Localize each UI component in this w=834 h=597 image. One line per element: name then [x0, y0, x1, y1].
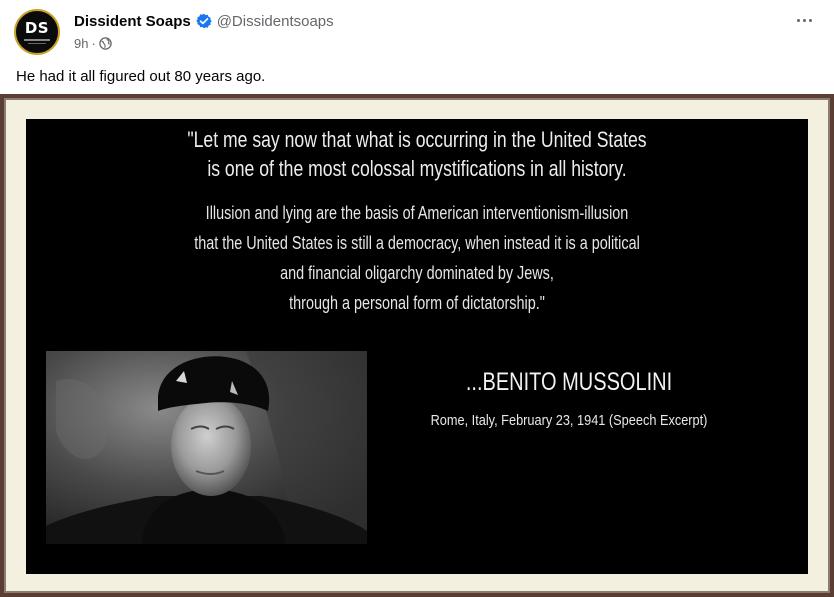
quote-body: Illusion and lying are the basis of Amer… [104, 198, 730, 318]
quote-line: is one of the most colossal mystificatio… [207, 156, 627, 181]
globe-icon [99, 36, 112, 50]
attribution-detail: Rome, Italy, February 23, 1941 (Speech E… [430, 412, 708, 429]
post-text: He had it all figured out 80 years ago. [16, 68, 266, 85]
image-frame: "Let me say now that what is occurring i… [4, 98, 830, 593]
image-mat: "Let me say now that what is occurring i… [6, 100, 828, 591]
more-options-icon[interactable] [792, 12, 816, 28]
attribution-name: ...BENITO MUSSOLINI [465, 368, 673, 396]
quote-line: "Let me say now that what is occurring i… [187, 127, 647, 152]
post-image[interactable]: "Let me say now that what is occurring i… [0, 94, 834, 597]
verified-badge-icon [196, 13, 212, 29]
avatar-decoration [24, 38, 50, 41]
quote-body-line: Illusion and lying are the basis of Amer… [205, 203, 629, 223]
avatar[interactable]: DS [14, 9, 60, 55]
avatar-monogram: DS [24, 18, 50, 37]
post-time[interactable]: 9h [74, 36, 88, 51]
meta-separator: · [91, 35, 96, 51]
quote-heading: "Let me say now that what is occurring i… [104, 125, 730, 183]
author-row: Dissident Soaps @Dissidentsoaps [74, 11, 334, 31]
portrait-photo [46, 351, 367, 544]
avatar-decoration [28, 42, 46, 44]
post-header: DS Dissident Soaps @Dissidentsoaps 9h · [0, 0, 834, 64]
quote-body-line: and financial oligarchy dominated by Jew… [280, 263, 554, 283]
post-meta: 9h · [74, 34, 112, 52]
quote-panel: "Let me say now that what is occurring i… [26, 119, 808, 574]
quote-body-line: that the United States is still a democr… [194, 233, 640, 253]
author-handle[interactable]: @Dissidentsoaps [217, 13, 334, 30]
quote-body-line: through a personal form of dictatorship.… [289, 293, 545, 313]
author-name[interactable]: Dissident Soaps [74, 13, 191, 30]
